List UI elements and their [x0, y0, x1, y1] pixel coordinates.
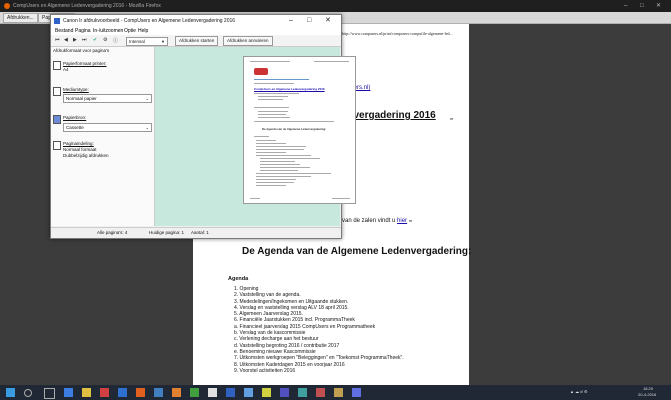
- edge-icon[interactable]: [64, 388, 73, 397]
- agenda-title: Agenda: [228, 276, 249, 282]
- printer-app-icon: [54, 18, 60, 24]
- menu-optie[interactable]: Optie: [124, 27, 136, 35]
- rooms-link[interactable]: hier: [397, 218, 407, 224]
- settings-panel: Afdrukformaat voor pagina's Papierformaa…: [51, 47, 155, 226]
- maximize-icon[interactable]: □: [640, 0, 644, 12]
- browser-title-bar: CompUsers en Algemene Ledenvergadering 2…: [0, 0, 671, 12]
- close-icon[interactable]: ✕: [656, 0, 661, 12]
- info-icon[interactable]: ⓘ: [113, 37, 118, 44]
- settings-panel-header: Afdrukformaat voor pagina's: [53, 48, 110, 53]
- media-type-icon: [53, 87, 61, 96]
- zoom-select[interactable]: Intensal ▼: [126, 37, 168, 46]
- preview-agenda-heading: De Agenda van de Algemene Ledenvergaderi…: [262, 127, 327, 131]
- app-icon-8[interactable]: [244, 388, 253, 397]
- app-icon-7[interactable]: [226, 388, 235, 397]
- dialog-minimize-icon[interactable]: –: [289, 15, 293, 27]
- menu-zoom[interactable]: In-/uitzoomen: [93, 27, 123, 35]
- app-icon-13[interactable]: [334, 388, 343, 397]
- app-icon-1[interactable]: [100, 388, 109, 397]
- zoom-icon[interactable]: ✔: [93, 37, 97, 43]
- app-icon-2[interactable]: [118, 388, 127, 397]
- firefox-icon: [4, 3, 10, 9]
- chevron-down-icon: ⌄: [145, 96, 149, 101]
- menu-bestand[interactable]: Bestand: [55, 27, 73, 35]
- browser-title: CompUsers en Algemene Ledenvergadering 2…: [13, 3, 161, 9]
- paper-source-icon: [53, 115, 61, 124]
- windows-start-icon[interactable]: [6, 388, 15, 397]
- clock-time[interactable]: 18:29: [643, 386, 653, 391]
- chevron-down-icon: ▼: [161, 39, 165, 44]
- page-layout-icon: [53, 141, 61, 150]
- canon-preview-dialog: Canon Ir afdrukvoorbeeld - CompUsers en …: [50, 14, 356, 239]
- menu-help[interactable]: Help: [138, 27, 148, 35]
- compusers-logo: [254, 68, 268, 75]
- taskbar: ▲ ☁ ☌ ⚙ 18:29 20-4-2016: [0, 385, 671, 400]
- menu-pagina[interactable]: Pagina: [75, 27, 91, 35]
- print-button[interactable]: Afdrukken...: [3, 13, 38, 23]
- explorer-icon[interactable]: [82, 388, 91, 397]
- app-icon-10[interactable]: [280, 388, 289, 397]
- app-icon-3[interactable]: [154, 388, 163, 397]
- app-icon-6[interactable]: [208, 388, 217, 397]
- page-preview-area: CompUsers en Algemene Ledenvergadering 2…: [155, 47, 356, 226]
- agenda-item: 9. Voorstel activiteiten 2016: [234, 367, 296, 374]
- preview-page-thumbnail: CompUsers en Algemene Ledenvergadering 2…: [243, 56, 356, 204]
- dialog-status-bar: Alle pagina's: 4 Huidige pagina: 1 Aanta…: [51, 227, 341, 238]
- app-icon-5[interactable]: [190, 388, 199, 397]
- next-page-icon[interactable]: ▶: [73, 37, 77, 43]
- heading-suffix: m: [450, 116, 454, 121]
- tray-icons[interactable]: ▲ ☁ ☌ ⚙: [570, 389, 588, 394]
- copies-count: Aantal: 1: [191, 230, 209, 235]
- prev-page-icon[interactable]: ◀: [64, 37, 68, 43]
- print-cancel-button[interactable]: Afdrukken annuleren: [223, 36, 273, 46]
- current-page-indicator: Huidige pagina: 1: [149, 230, 185, 235]
- dialog-menu-bar: Bestand Pagina In-/uitzoomen Optie Help: [51, 27, 341, 35]
- rooms-text: van de zalen vindt u hier m: [342, 218, 413, 224]
- paper-size-icon: [53, 61, 61, 70]
- agenda-list: 1. Opening 2. Vaststelling van de agenda.…: [234, 286, 404, 374]
- dialog-title-bar: Canon Ir afdrukvoorbeeld - CompUsers en …: [51, 15, 341, 27]
- last-page-icon[interactable]: ⏭: [82, 37, 87, 43]
- agenda-item: 7. Uitkomsten werkgroepen "Beleggingen" …: [234, 355, 404, 362]
- media-type-select[interactable]: Normaal papier ⌄: [63, 94, 152, 103]
- print-start-button[interactable]: Afdrukken starten: [175, 36, 219, 46]
- dialog-close-icon[interactable]: ✕: [325, 15, 331, 27]
- paper-source-select[interactable]: Cassette ⌄: [63, 123, 152, 132]
- task-view-icon[interactable]: [44, 388, 55, 399]
- app-icon-14[interactable]: [352, 388, 361, 397]
- app-icon-9[interactable]: [262, 388, 271, 397]
- page-url: http://www.compusers.nl/print/composers-…: [342, 31, 453, 36]
- first-page-icon[interactable]: ⏮: [55, 37, 60, 43]
- app-icon-12[interactable]: [316, 388, 325, 397]
- dialog-maximize-icon[interactable]: □: [307, 15, 311, 27]
- dialog-title: Canon Ir afdrukvoorbeeld - CompUsers en …: [63, 18, 236, 24]
- search-icon[interactable]: [24, 389, 32, 397]
- firefox-taskbar-icon[interactable]: [136, 388, 145, 397]
- agenda-big-heading: De Agenda van de Algemene Ledenvergaderi…: [242, 246, 472, 257]
- chevron-down-icon: ⌄: [145, 125, 149, 130]
- app-icon-11[interactable]: [298, 388, 307, 397]
- preview-heading: CompUsers en Algemene Ledenvergadering 2…: [254, 87, 325, 91]
- clock-date[interactable]: 20-4-2016: [638, 392, 656, 397]
- dialog-toolbar: ⏮ ◀ ▶ ⏭ ✔ ⚙ ⓘ Intensal ▼ Afdrukken start…: [51, 35, 341, 47]
- settings-icon[interactable]: ⚙: [103, 37, 107, 43]
- app-icon-4[interactable]: [172, 388, 181, 397]
- all-pages-count: Alle pagina's: 4: [97, 230, 128, 235]
- minimize-icon[interactable]: –: [624, 0, 627, 12]
